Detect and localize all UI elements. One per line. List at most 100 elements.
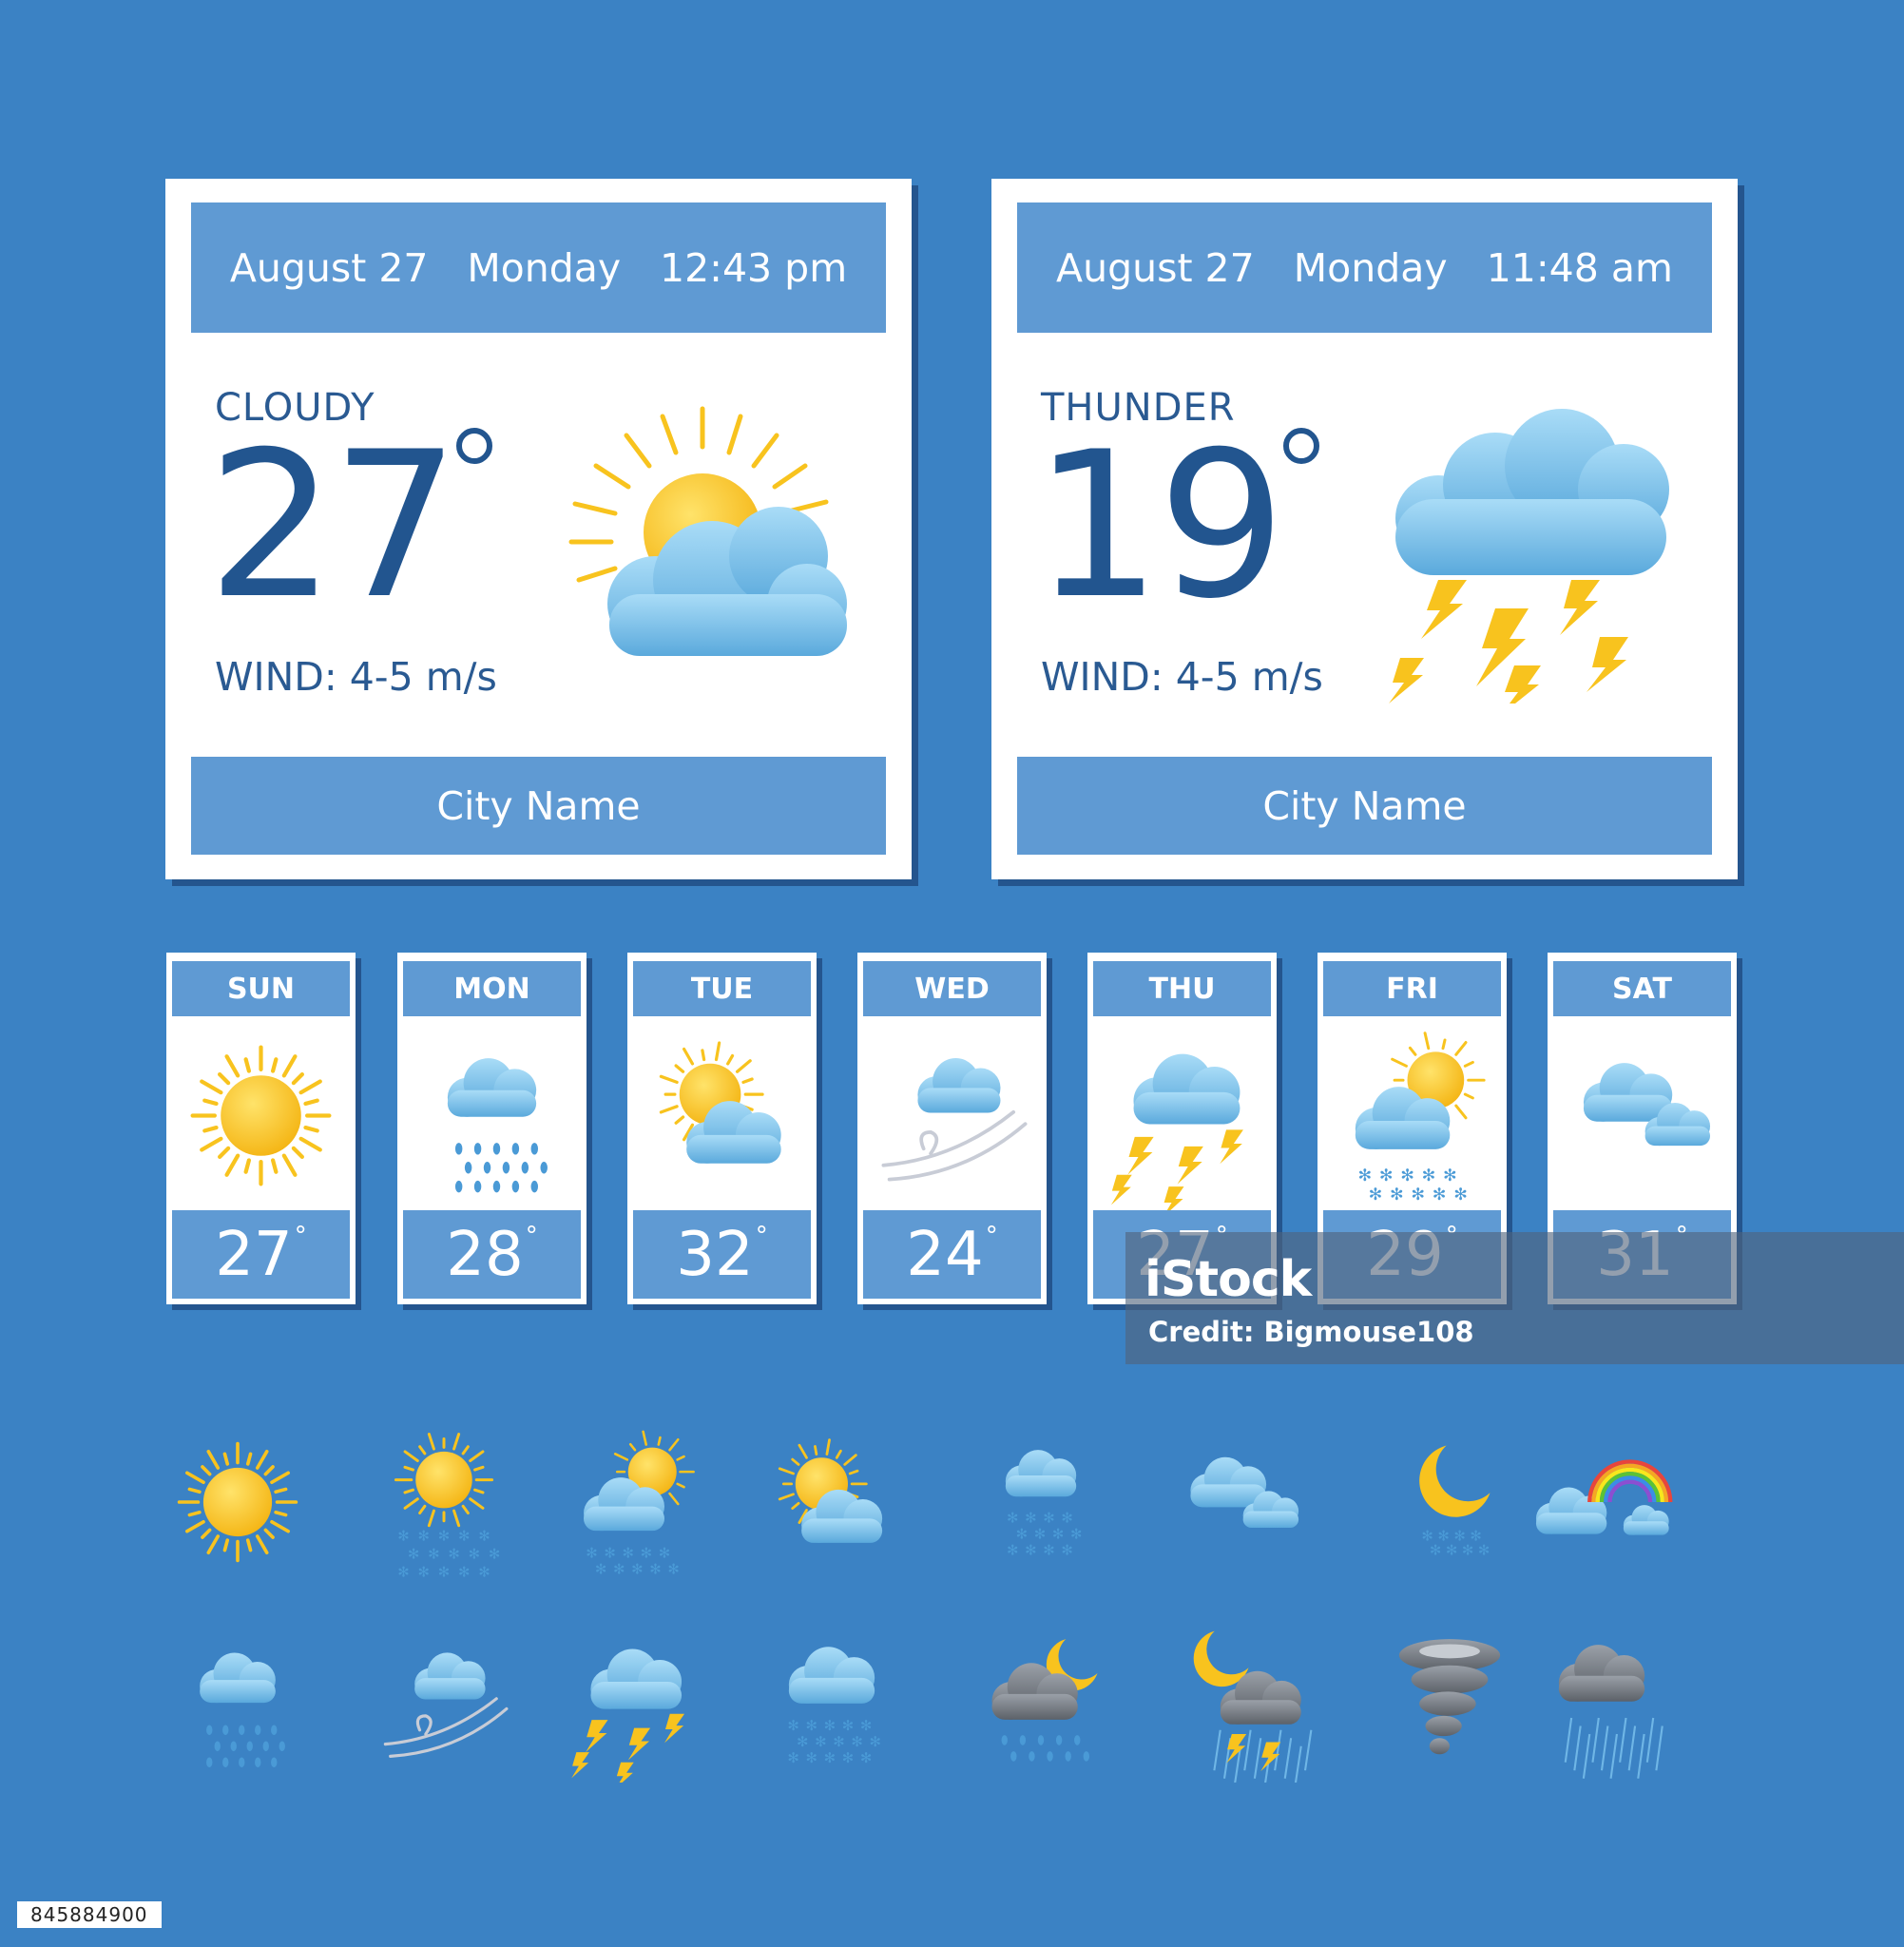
svg-text:✻: ✻ <box>408 1546 419 1563</box>
svg-text:✻: ✻ <box>623 1544 634 1561</box>
svg-text:✻: ✻ <box>418 1527 430 1544</box>
wind-label: WIND: 4-5 m/s <box>1041 654 1323 700</box>
temperature-value: 27 <box>207 408 460 643</box>
degree-symbol: ° <box>755 1222 768 1250</box>
time-label: 12:43 pm <box>659 244 848 291</box>
rain-cloud-icon <box>447 1058 548 1193</box>
city-name-bar[interactable]: City Name <box>191 757 886 855</box>
svg-text:✻: ✻ <box>397 1564 409 1581</box>
svg-text:✻: ✻ <box>438 1527 450 1544</box>
svg-text:✻: ✻ <box>397 1527 409 1544</box>
svg-text:✻: ✻ <box>815 1733 826 1750</box>
svg-text:✻: ✻ <box>448 1546 459 1563</box>
svg-text:✻: ✻ <box>833 1733 844 1750</box>
forecast-temp-value: 32 <box>676 1219 754 1290</box>
lightning-bolts <box>1389 580 1628 704</box>
svg-text:✻: ✻ <box>1478 1541 1490 1558</box>
forecast-temp: 32 ° <box>633 1210 811 1299</box>
icon-tile[interactable] <box>751 1421 913 1587</box>
cloud-shape <box>607 507 847 656</box>
forecast-day-mon[interactable]: MON 28 ° <box>397 953 587 1304</box>
svg-text:✻: ✻ <box>1007 1509 1018 1526</box>
date-label: August 27 <box>1056 244 1255 291</box>
sun-icon <box>190 1045 332 1186</box>
svg-text:✻: ✻ <box>1411 1186 1425 1205</box>
forecast-temp: 28 ° <box>403 1210 581 1299</box>
windy-cloud-icon <box>383 1652 509 1758</box>
sun-behind-cloud-icon <box>778 1438 883 1543</box>
temperature-value: 19 <box>1033 408 1286 643</box>
svg-text:✻: ✻ <box>1016 1525 1028 1542</box>
city-name-bar[interactable]: City Name <box>1017 757 1712 855</box>
rainbow-clouds-icon <box>1535 1459 1673 1535</box>
svg-text:✻: ✻ <box>667 1560 679 1577</box>
svg-text:✻: ✻ <box>1052 1525 1064 1542</box>
svg-text:✻: ✻ <box>787 1717 798 1734</box>
icon-tile[interactable] <box>157 1421 318 1587</box>
sun-cloud-snow-icon: ✻ ✻ ✻ ✻ ✻✻ ✻ ✻ ✻ ✻ <box>584 1430 695 1577</box>
weather-card-cloudy[interactable]: August 27 Monday 12:43 pm CLOUDY 27 WIND… <box>165 179 912 879</box>
svg-text:✻: ✻ <box>438 1564 450 1581</box>
svg-text:✻: ✻ <box>824 1749 836 1766</box>
forecast-day-wed[interactable]: WED 24 ° <box>857 953 1047 1304</box>
sun-behind-cloud-icon <box>568 406 847 656</box>
svg-text:✻: ✻ <box>842 1717 854 1734</box>
svg-text:✻: ✻ <box>1034 1525 1046 1542</box>
svg-text:✻: ✻ <box>613 1560 625 1577</box>
svg-text:✻: ✻ <box>1025 1541 1036 1558</box>
icon-tile[interactable] <box>1521 1621 1683 1786</box>
svg-text:✻: ✻ <box>418 1564 430 1581</box>
svg-text:✻: ✻ <box>1061 1541 1072 1558</box>
icon-tile[interactable] <box>960 1621 1122 1786</box>
icon-tile[interactable] <box>1521 1421 1683 1587</box>
svg-text:✻: ✻ <box>824 1717 836 1734</box>
icon-tile[interactable] <box>551 1621 713 1788</box>
cloud-shape <box>1395 409 1669 575</box>
svg-text:✻: ✻ <box>604 1544 615 1561</box>
svg-text:✻: ✻ <box>1446 1541 1457 1558</box>
forecast-temp: 24 ° <box>863 1210 1041 1299</box>
icon-tile[interactable] <box>1369 1621 1530 1786</box>
svg-text:✻: ✻ <box>1433 1186 1447 1205</box>
forecast-day-name: FRI <box>1323 961 1501 1016</box>
icon-tile[interactable] <box>157 1621 318 1786</box>
degree-symbol: ° <box>525 1222 538 1250</box>
forecast-day-name: MON <box>403 961 581 1016</box>
svg-text:✻: ✻ <box>1462 1541 1473 1558</box>
snow-cloud-icon: ✻ ✻ ✻ ✻✻ ✻ ✻ ✻✻ ✻ ✻ ✻ <box>1005 1450 1082 1558</box>
thunderstorm-icon <box>1389 409 1669 704</box>
icon-tile[interactable]: ✻ ✻ ✻ ✻ ✻ ✻ ✻ ✻ ✻ ✻ ✻ ✻ <box>960 1421 1122 1587</box>
svg-text:✻: ✻ <box>806 1749 817 1766</box>
degree-symbol: ° <box>985 1222 998 1250</box>
thunderstorm-icon <box>1110 1053 1243 1210</box>
svg-text:✻: ✻ <box>869 1733 880 1750</box>
svg-text:✻: ✻ <box>649 1560 661 1577</box>
watermark-banner: iStock Credit: Bigmouse108 <box>1125 1232 1904 1364</box>
sun-cloud-snow-icon: ✻ ✻ ✻ ✻ ✻✻ ✻ ✻ ✻ ✻ <box>1355 1031 1486 1205</box>
forecast-day-sun[interactable]: SUN 27 ° <box>166 953 356 1304</box>
svg-text:✻: ✻ <box>586 1544 597 1561</box>
image-id-label: 845884900 <box>17 1901 162 1928</box>
sun-snow-icon: ✻ ✻ ✻ ✻ ✻✻ ✻ ✻ ✻ ✻✻ ✻ ✻ ✻ ✻ <box>394 1433 500 1581</box>
icon-tile[interactable]: ✻ ✻ ✻ ✻ ✻ ✻ ✻ ✻ ✻ ✻ ✻ ✻ ✻ ✻ ✻ <box>751 1621 913 1786</box>
icon-tile[interactable]: ✻ ✻ ✻ ✻ ✻ ✻ ✻ ✻ <box>1369 1421 1530 1587</box>
heavy-snow-cloud-icon: ✻ ✻ ✻ ✻ ✻✻ ✻ ✻ ✻ ✻✻ ✻ ✻ ✻ ✻ <box>787 1647 881 1766</box>
forecast-day-name: WED <box>863 961 1041 1016</box>
icon-tile[interactable]: ✻ ✻ ✻ ✻ ✻ ✻ ✻ ✻ ✻ ✻ <box>551 1421 713 1587</box>
windy-cloud-icon <box>881 1058 1028 1182</box>
degree-symbol <box>1283 428 1319 464</box>
icon-tile[interactable]: ✻ ✻ ✻ ✻ ✻ ✻ ✻ ✻ ✻ ✻ ✻ ✻ ✻ ✻ ✻ <box>363 1421 525 1587</box>
weekday-label: Monday <box>467 244 622 291</box>
card-header-bar: August 27 Monday 12:43 pm <box>191 202 886 333</box>
icon-tile[interactable] <box>1160 1621 1321 1787</box>
watermark-logo: iStock <box>1144 1251 1312 1308</box>
svg-text:✻: ✻ <box>860 1717 872 1734</box>
svg-text:✻: ✻ <box>860 1749 872 1766</box>
icon-tile[interactable] <box>363 1621 525 1786</box>
forecast-day-tue[interactable]: TUE 32 ° <box>627 953 817 1304</box>
icon-tile[interactable] <box>1160 1421 1321 1587</box>
svg-text:✻: ✻ <box>1379 1166 1394 1186</box>
moon-snow-icon: ✻ ✻ ✻ ✻✻ ✻ ✻ ✻ <box>1419 1445 1491 1558</box>
weather-card-thunder[interactable]: August 27 Monday 11:48 am THUNDER 19 WIN… <box>991 179 1738 879</box>
sun-icon <box>177 1441 298 1563</box>
